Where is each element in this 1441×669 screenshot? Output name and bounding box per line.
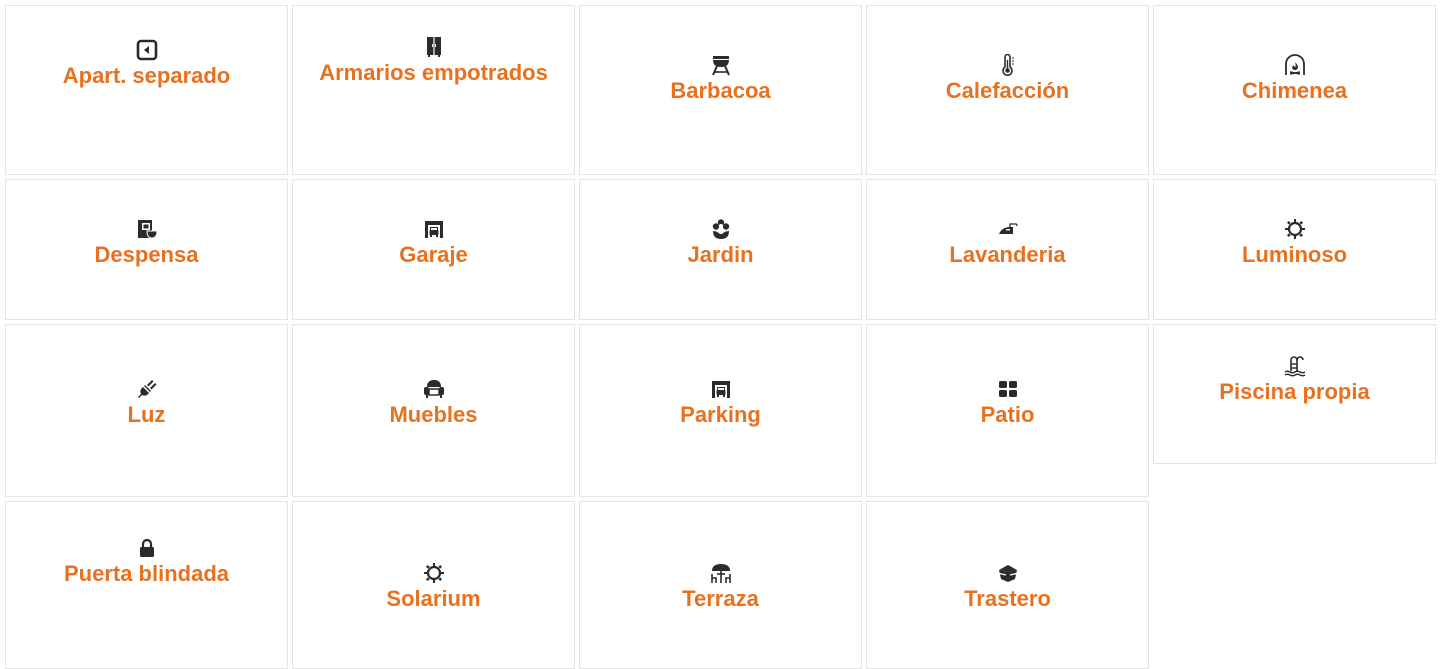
thermometer-icon — [997, 54, 1019, 76]
feature-label: Piscina propia — [1219, 379, 1370, 404]
feature-label: Armarios empotrados — [319, 60, 548, 85]
grid-squares-icon — [997, 378, 1019, 400]
plug-icon — [136, 378, 158, 400]
box-icon — [996, 562, 1019, 584]
lock-icon — [136, 537, 158, 559]
fireplace-icon — [1284, 54, 1306, 76]
feature-label: Apart. separado — [62, 63, 231, 88]
barbecue-icon — [710, 54, 732, 76]
feature-label: Chimenea — [1241, 78, 1348, 103]
feature-tile-parking[interactable]: Parking — [579, 324, 862, 497]
feature-tile-calefaccion[interactable]: Calefacción — [866, 5, 1149, 175]
armchair-icon — [423, 378, 445, 400]
flower-icon — [710, 218, 732, 240]
feature-tile-piscina-propia[interactable]: Piscina propia — [1153, 324, 1436, 464]
garage-icon — [710, 378, 732, 400]
feature-label: Lavanderia — [949, 242, 1066, 267]
features-row: Puerta blindada Solarium Terraza Traster… — [5, 501, 1437, 669]
pantry-icon — [136, 218, 158, 240]
wardrobe-icon — [423, 36, 445, 58]
features-row: Luz Muebles Parking Patio Piscina propia — [5, 324, 1437, 497]
feature-tile-muebles[interactable]: Muebles — [292, 324, 575, 497]
feature-label: Parking — [680, 402, 761, 427]
feature-label: Puerta blindada — [63, 561, 230, 586]
features-row: Despensa Garaje Jardin Lavanderia Lumino… — [5, 179, 1437, 320]
sun-icon — [1284, 218, 1306, 240]
feature-label: Patio — [980, 402, 1035, 427]
features-grid: Apart. separado Armarios empotrados Barb… — [5, 5, 1437, 669]
pool-icon — [1284, 355, 1306, 377]
sun-icon — [423, 562, 445, 584]
feature-tile-barbacoa[interactable]: Barbacoa — [579, 5, 862, 175]
feature-tile-trastero[interactable]: Trastero — [866, 501, 1149, 669]
feature-tile-jardin[interactable]: Jardin — [579, 179, 862, 320]
terrace-icon — [710, 562, 732, 584]
feature-label: Despensa — [94, 242, 199, 267]
feature-tile-apart-separado[interactable]: Apart. separado — [5, 5, 288, 175]
feature-tile-lavanderia[interactable]: Lavanderia — [866, 179, 1149, 320]
feature-tile-puerta-blindada[interactable]: Puerta blindada — [5, 501, 288, 669]
feature-label: Solarium — [386, 586, 481, 611]
garage-icon — [423, 218, 445, 240]
feature-tile-despensa[interactable]: Despensa — [5, 179, 288, 320]
feature-label: Garaje — [399, 242, 468, 267]
feature-tile-garaje[interactable]: Garaje — [292, 179, 575, 320]
feature-label: Terraza — [682, 586, 759, 611]
feature-tile-chimenea[interactable]: Chimenea — [1153, 5, 1436, 175]
feature-label: Luminoso — [1241, 242, 1348, 267]
feature-tile-solarium[interactable]: Solarium — [292, 501, 575, 669]
feature-label: Barbacoa — [670, 78, 771, 103]
feature-label: Luz — [127, 402, 166, 427]
feature-label: Jardin — [687, 242, 754, 267]
apartment-icon — [136, 39, 158, 61]
feature-tile-armarios-empotrados[interactable]: Armarios empotrados — [292, 5, 575, 175]
iron-icon — [997, 218, 1019, 240]
feature-tile-patio[interactable]: Patio — [866, 324, 1149, 497]
feature-label: Muebles — [389, 402, 478, 427]
features-row: Apart. separado Armarios empotrados Barb… — [5, 5, 1437, 175]
feature-label: Trastero — [964, 586, 1051, 611]
feature-tile-luz[interactable]: Luz — [5, 324, 288, 497]
feature-tile-luminoso[interactable]: Luminoso — [1153, 179, 1436, 320]
feature-label: Calefacción — [945, 78, 1070, 103]
feature-tile-terraza[interactable]: Terraza — [579, 501, 862, 669]
